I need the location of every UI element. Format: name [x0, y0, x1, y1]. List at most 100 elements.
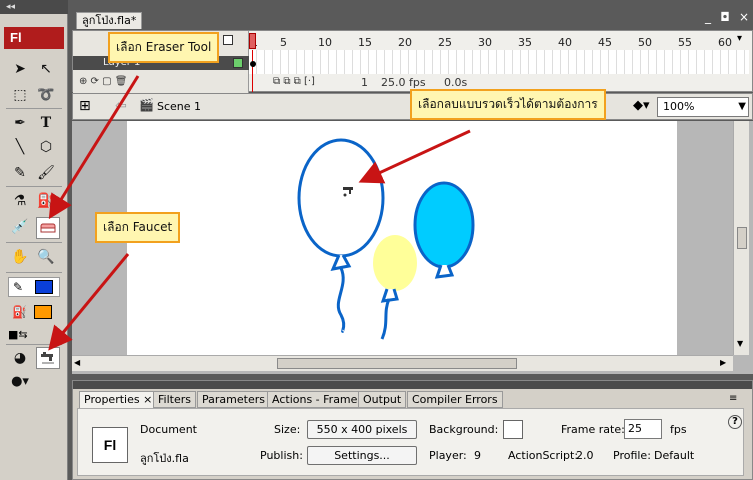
- free-transform-tool-icon[interactable]: ⬚: [8, 84, 32, 106]
- tab-output[interactable]: Output: [358, 391, 407, 408]
- frame-grid[interactable]: [249, 50, 749, 74]
- balloon-string: [336, 267, 346, 333]
- background-color-swatch[interactable]: [503, 420, 523, 439]
- stage-canvas[interactable]: [127, 121, 677, 355]
- profile-value: Default: [654, 449, 695, 462]
- keyframe-dot[interactable]: [250, 61, 256, 67]
- ink-bottle-tool-icon[interactable]: ⚗: [8, 190, 32, 212]
- stroke-color-row[interactable]: ✎: [8, 277, 60, 297]
- eraser-shape-icon[interactable]: ●▾: [8, 370, 32, 392]
- back-arrow-icon[interactable]: ⇦: [115, 98, 127, 114]
- stroke-color-swatch[interactable]: [35, 280, 53, 294]
- document-tab[interactable]: ลูกโป่ง.fla*: [76, 12, 142, 29]
- timeline-toggle-icon[interactable]: ⊞: [79, 98, 91, 114]
- frame-number: 55: [678, 36, 692, 49]
- lasso-tool-icon[interactable]: ➰: [34, 84, 58, 106]
- scene-name[interactable]: Scene 1: [157, 100, 201, 113]
- hand-tool-icon[interactable]: ✋: [8, 246, 32, 268]
- horizontal-scroll-thumb[interactable]: [277, 358, 517, 369]
- scroll-down-icon[interactable]: ▼: [737, 339, 743, 348]
- selection-tool-icon[interactable]: ➤: [8, 58, 32, 80]
- fill-color-swatch[interactable]: [34, 305, 52, 319]
- minimize-icon[interactable]: _: [705, 10, 711, 24]
- text-tool-icon[interactable]: T: [34, 112, 58, 134]
- player-value: 9: [474, 449, 481, 462]
- balloon-outline-large: [297, 138, 385, 258]
- document-label: Document: [140, 423, 197, 436]
- profile-label: Profile:: [613, 449, 651, 462]
- paint-bucket-tool-icon[interactable]: ⛽: [34, 190, 58, 212]
- frame-number: 5: [280, 36, 287, 49]
- vertical-scroll-thumb[interactable]: [737, 227, 747, 249]
- framerate-input[interactable]: 25: [624, 419, 662, 439]
- vertical-scrollbar[interactable]: ▼: [733, 121, 749, 355]
- frame-ruler[interactable]: 1 5 10 15 20 25 30 35 40 45 50 55 60: [249, 31, 749, 49]
- tab-parameters[interactable]: Parameters: [197, 391, 270, 408]
- frame-number: 10: [318, 36, 332, 49]
- size-label: Size:: [274, 423, 301, 436]
- panel-drag-bar[interactable]: [73, 381, 752, 389]
- size-button[interactable]: 550 x 400 pixels: [307, 420, 417, 439]
- brush-tool-icon[interactable]: 🖌: [34, 162, 58, 184]
- default-colors-icon[interactable]: ■⇆: [8, 328, 28, 341]
- frame-number: 50: [638, 36, 652, 49]
- tools-collapse-bar[interactable]: ◂◂: [0, 0, 68, 14]
- help-icon[interactable]: ?: [728, 415, 742, 429]
- stroke-pencil-icon: ✎: [13, 280, 24, 294]
- scroll-left-icon[interactable]: ◀: [74, 358, 80, 367]
- window-controls: _ ◘ ×: [705, 10, 749, 24]
- line-tool-icon[interactable]: ╲: [8, 136, 32, 158]
- restore-icon[interactable]: ◘: [720, 10, 730, 24]
- actionscript-value: 2.0: [576, 449, 594, 462]
- flash-logo: Fl: [4, 27, 64, 49]
- close-icon[interactable]: ×: [143, 393, 152, 406]
- stage-area: ▼ ◀ ▶: [72, 121, 753, 374]
- balloon-knot: [380, 288, 399, 303]
- publish-settings-button[interactable]: Settings...: [307, 446, 417, 465]
- playhead[interactable]: [249, 33, 256, 49]
- close-icon[interactable]: ×: [739, 10, 749, 24]
- zoom-value: 100%: [663, 100, 695, 113]
- scroll-right-icon[interactable]: ▶: [720, 358, 726, 367]
- fill-bucket-icon: ⛽: [12, 305, 27, 319]
- tab-compiler-errors[interactable]: Compiler Errors: [407, 391, 503, 408]
- horizontal-scrollbar[interactable]: ◀ ▶: [72, 355, 733, 371]
- frame-number: 20: [398, 36, 412, 49]
- tab-properties[interactable]: Properties ×: [79, 391, 158, 408]
- frame-number: 15: [358, 36, 372, 49]
- polystar-tool-icon[interactable]: ⬡: [34, 136, 58, 158]
- frame-number: 60: [718, 36, 732, 49]
- timeline-menu-icon[interactable]: ▾: [737, 33, 742, 44]
- publish-label: Publish:: [260, 449, 303, 462]
- chevron-down-icon[interactable]: ▼: [738, 98, 746, 116]
- eraser-mode-icon[interactable]: ◕: [8, 347, 32, 369]
- frame-rate-readout: 25.0 fps: [381, 76, 426, 89]
- balloon-knot: [330, 254, 352, 271]
- pen-tool-icon[interactable]: ✒: [8, 112, 32, 134]
- pencil-tool-icon[interactable]: ✎: [8, 162, 32, 184]
- onion-skin-icons[interactable]: ⧉ ⧉ ⧉ [·]: [273, 76, 315, 87]
- faucet-icon[interactable]: [36, 347, 60, 369]
- tool-divider: [6, 108, 62, 109]
- balloon-string: [380, 298, 391, 340]
- frame-number: 45: [598, 36, 612, 49]
- subselection-tool-icon[interactable]: ↖: [34, 58, 58, 80]
- elapsed-time: 0.0s: [444, 76, 468, 89]
- eyedropper-tool-icon[interactable]: 💉: [8, 216, 32, 238]
- zoom-tool-icon[interactable]: 🔍: [34, 246, 58, 268]
- frame-number: 35: [518, 36, 532, 49]
- tab-filters[interactable]: Filters: [153, 391, 196, 408]
- tab-actions-frame[interactable]: Actions - Frame: [267, 391, 363, 408]
- edit-symbols-icon[interactable]: ◆▾: [633, 98, 650, 113]
- fill-color-row[interactable]: ⛽: [8, 303, 60, 323]
- eraser-tool-icon[interactable]: [36, 217, 60, 239]
- scene-icon: 🎬: [139, 98, 154, 112]
- balloon-cyan: [413, 181, 475, 269]
- layer-controls-icon[interactable]: ⊕ ⟳ ▢ 🗑: [79, 76, 127, 87]
- actionscript-label: ActionScript:: [508, 449, 579, 462]
- tool-divider: [6, 186, 62, 187]
- panel-menu-icon[interactable]: ≡: [729, 393, 737, 404]
- frame-number: 25: [438, 36, 452, 49]
- outline-toggle-icon[interactable]: [223, 35, 233, 45]
- zoom-select[interactable]: 100% ▼: [657, 97, 749, 117]
